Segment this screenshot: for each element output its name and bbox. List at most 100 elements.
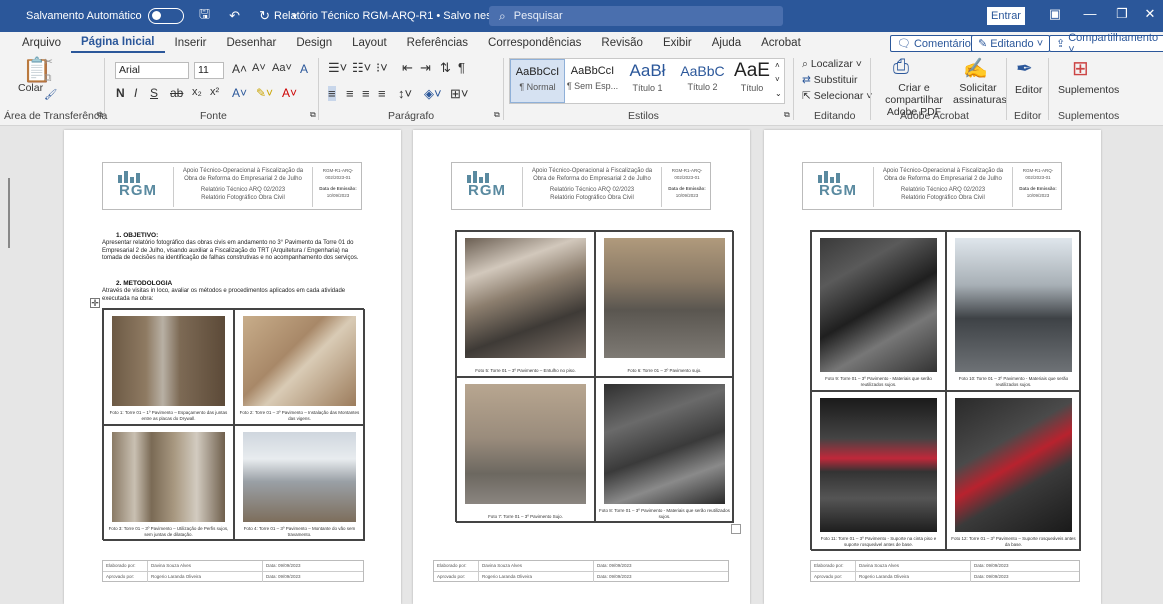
subscript-icon[interactable]: x₂ — [192, 86, 202, 98]
select-button[interactable]: ⇱ Selecionar ˅ — [802, 90, 872, 102]
page-header: RGM Apoio Técnico-Operacional à Fiscaliz… — [451, 162, 711, 210]
shrink-font-icon[interactable]: A˅ — [252, 62, 266, 74]
photo-image[interactable] — [955, 398, 1072, 532]
table-move-handle[interactable]: ✛ — [90, 298, 100, 308]
editing-mode-button[interactable]: ✎ Editando ˅ — [971, 35, 1051, 52]
styles-scroll-down-icon[interactable]: ˅ — [775, 75, 780, 84]
sign-in-button[interactable]: Entrar — [987, 7, 1025, 25]
create-pdf-icon[interactable]: ⎙ — [893, 56, 909, 79]
strikethrough-icon[interactable]: ab — [170, 86, 183, 100]
borders-icon[interactable]: ⊞˅ — [450, 86, 468, 102]
photo-image[interactable] — [604, 238, 725, 358]
comments-button[interactable]: 🗨 Comentários — [890, 35, 984, 52]
paste-label[interactable]: Colar — [18, 82, 43, 94]
clear-formatting-icon[interactable]: A — [300, 62, 308, 76]
text-effects-icon[interactable]: A˅ — [232, 86, 247, 100]
replace-button[interactable]: ⇄ Substituir — [802, 74, 858, 86]
search-box[interactable]: ⌕ Pesquisar — [489, 6, 783, 26]
photo-image[interactable] — [112, 316, 225, 406]
tab-revisao[interactable]: Revisão — [591, 32, 653, 54]
styles-expand-icon[interactable]: ⌄ — [775, 89, 782, 98]
tab-design[interactable]: Design — [286, 32, 342, 54]
tab-acrobat[interactable]: Acrobat — [751, 32, 811, 54]
tab-referencias[interactable]: Referências — [397, 32, 478, 54]
align-right-icon[interactable]: ≡ — [362, 86, 370, 101]
dialog-launcher-icon[interactable]: ⧉ — [494, 110, 500, 120]
font-name-select[interactable]: Arial — [115, 62, 189, 79]
line-spacing-icon[interactable]: ↕˅ — [398, 86, 412, 101]
dialog-launcher-icon[interactable]: ⧉ — [310, 110, 316, 120]
show-marks-icon[interactable]: ¶ — [458, 60, 465, 75]
highlight-icon[interactable]: ✎˅ — [256, 86, 273, 100]
tab-layout[interactable]: Layout — [342, 32, 397, 54]
cut-icon[interactable]: ✂ — [44, 56, 53, 68]
photo-image[interactable] — [243, 316, 356, 406]
tab-pagina-inicial[interactable]: Página Inicial — [71, 33, 165, 53]
font-size-select[interactable]: 11 — [194, 62, 224, 79]
dialog-launcher-icon[interactable]: ⧉ — [97, 110, 103, 120]
close-icon[interactable]: ✕ — [1140, 6, 1160, 22]
style-heading-1[interactable]: AaBł Título 1 — [620, 59, 675, 103]
addins-icon[interactable]: ⊞ — [1072, 56, 1089, 81]
save-icon[interactable]: 🖫 — [196, 5, 214, 27]
dialog-launcher-icon[interactable]: ⧉ — [784, 110, 790, 120]
tab-inserir[interactable]: Inserir — [165, 32, 217, 54]
numbering-icon[interactable]: ☷˅ — [352, 60, 371, 76]
style-title[interactable]: AaE Título — [730, 59, 774, 103]
shading-icon[interactable]: ◈˅ — [424, 86, 442, 102]
table-resize-handle[interactable] — [731, 524, 741, 534]
align-left-icon[interactable]: ≡ — [328, 86, 336, 101]
photo-image[interactable] — [243, 432, 356, 522]
photo-image[interactable] — [465, 238, 586, 358]
bullets-icon[interactable]: ☰˅ — [328, 60, 347, 76]
style-normal[interactable]: AaBbCcI ¶ Normal — [510, 59, 565, 103]
photo-image[interactable] — [604, 384, 725, 504]
addins-button[interactable]: Suplementos — [1058, 84, 1119, 96]
share-button[interactable]: ⇪ Compartilhamento ˅ — [1049, 32, 1163, 56]
document-page[interactable]: RGM Apoio Técnico-Operacional à Fiscaliz… — [764, 130, 1101, 604]
styles-scroll-up-icon[interactable]: ˄ — [775, 61, 780, 70]
editor-button[interactable]: Editor — [1015, 84, 1042, 96]
underline-icon[interactable]: S — [150, 86, 158, 100]
autosave-toggle[interactable] — [147, 8, 184, 24]
request-signatures-button[interactable]: Solicitar assinaturas — [953, 82, 1007, 106]
photo-image[interactable] — [465, 384, 586, 504]
tab-desenhar[interactable]: Desenhar — [216, 32, 286, 54]
document-page[interactable]: RGM Apoio Técnico-Operacional à Fiscaliz… — [413, 130, 750, 604]
superscript-icon[interactable]: x² — [210, 86, 219, 98]
format-painter-icon[interactable]: 🖌 — [44, 88, 57, 101]
tab-correspondencias[interactable]: Correspondências — [478, 32, 591, 54]
editor-icon[interactable]: ✒ — [1016, 56, 1033, 81]
increase-indent-icon[interactable]: ⇥ — [420, 60, 431, 76]
photo-image[interactable] — [955, 238, 1072, 372]
multilevel-list-icon[interactable]: ⁝˅ — [376, 60, 388, 76]
redo-icon[interactable]: ↻ — [256, 8, 274, 24]
group-label-clipboard: Área de Transferência — [4, 110, 108, 122]
tab-arquivo[interactable]: Arquivo — [12, 32, 71, 54]
decrease-indent-icon[interactable]: ⇤ — [402, 60, 413, 76]
justify-icon[interactable]: ≡ — [378, 86, 386, 101]
photo-image[interactable] — [820, 398, 937, 532]
copy-icon[interactable]: ⧉ — [44, 72, 52, 85]
restore-icon[interactable]: ❐ — [1112, 6, 1132, 22]
photo-image[interactable] — [820, 238, 937, 372]
document-page[interactable]: RGM Apoio Técnico-Operacional à Fiscaliz… — [64, 130, 401, 604]
request-signatures-icon[interactable]: ✍ — [963, 56, 988, 81]
italic-icon[interactable]: I — [134, 86, 137, 100]
minimize-icon[interactable]: — — [1080, 6, 1100, 21]
sort-icon[interactable]: ⇅ — [440, 60, 451, 76]
bold-icon[interactable]: N — [116, 86, 125, 100]
undo-icon[interactable]: ↶ — [226, 8, 244, 24]
tab-exibir[interactable]: Exibir — [653, 32, 702, 54]
font-color-icon[interactable]: A˅ — [282, 86, 297, 100]
align-center-icon[interactable]: ≡ — [346, 86, 354, 101]
find-button[interactable]: ⌕ Localizar ˅ — [802, 58, 862, 71]
style-no-spacing[interactable]: AaBbCcI ¶ Sem Esp... — [565, 59, 620, 103]
change-case-icon[interactable]: Aa˅ — [272, 62, 292, 74]
objective-text: Apresentar relatório fotográfico das obr… — [102, 240, 359, 261]
grow-font-icon[interactable]: A˄ — [232, 62, 247, 76]
ribbon-display-icon[interactable]: ▣ — [1045, 6, 1065, 22]
style-heading-2[interactable]: AaBbC Título 2 — [675, 59, 730, 103]
tab-ajuda[interactable]: Ajuda — [702, 32, 751, 54]
photo-image[interactable] — [112, 432, 225, 522]
